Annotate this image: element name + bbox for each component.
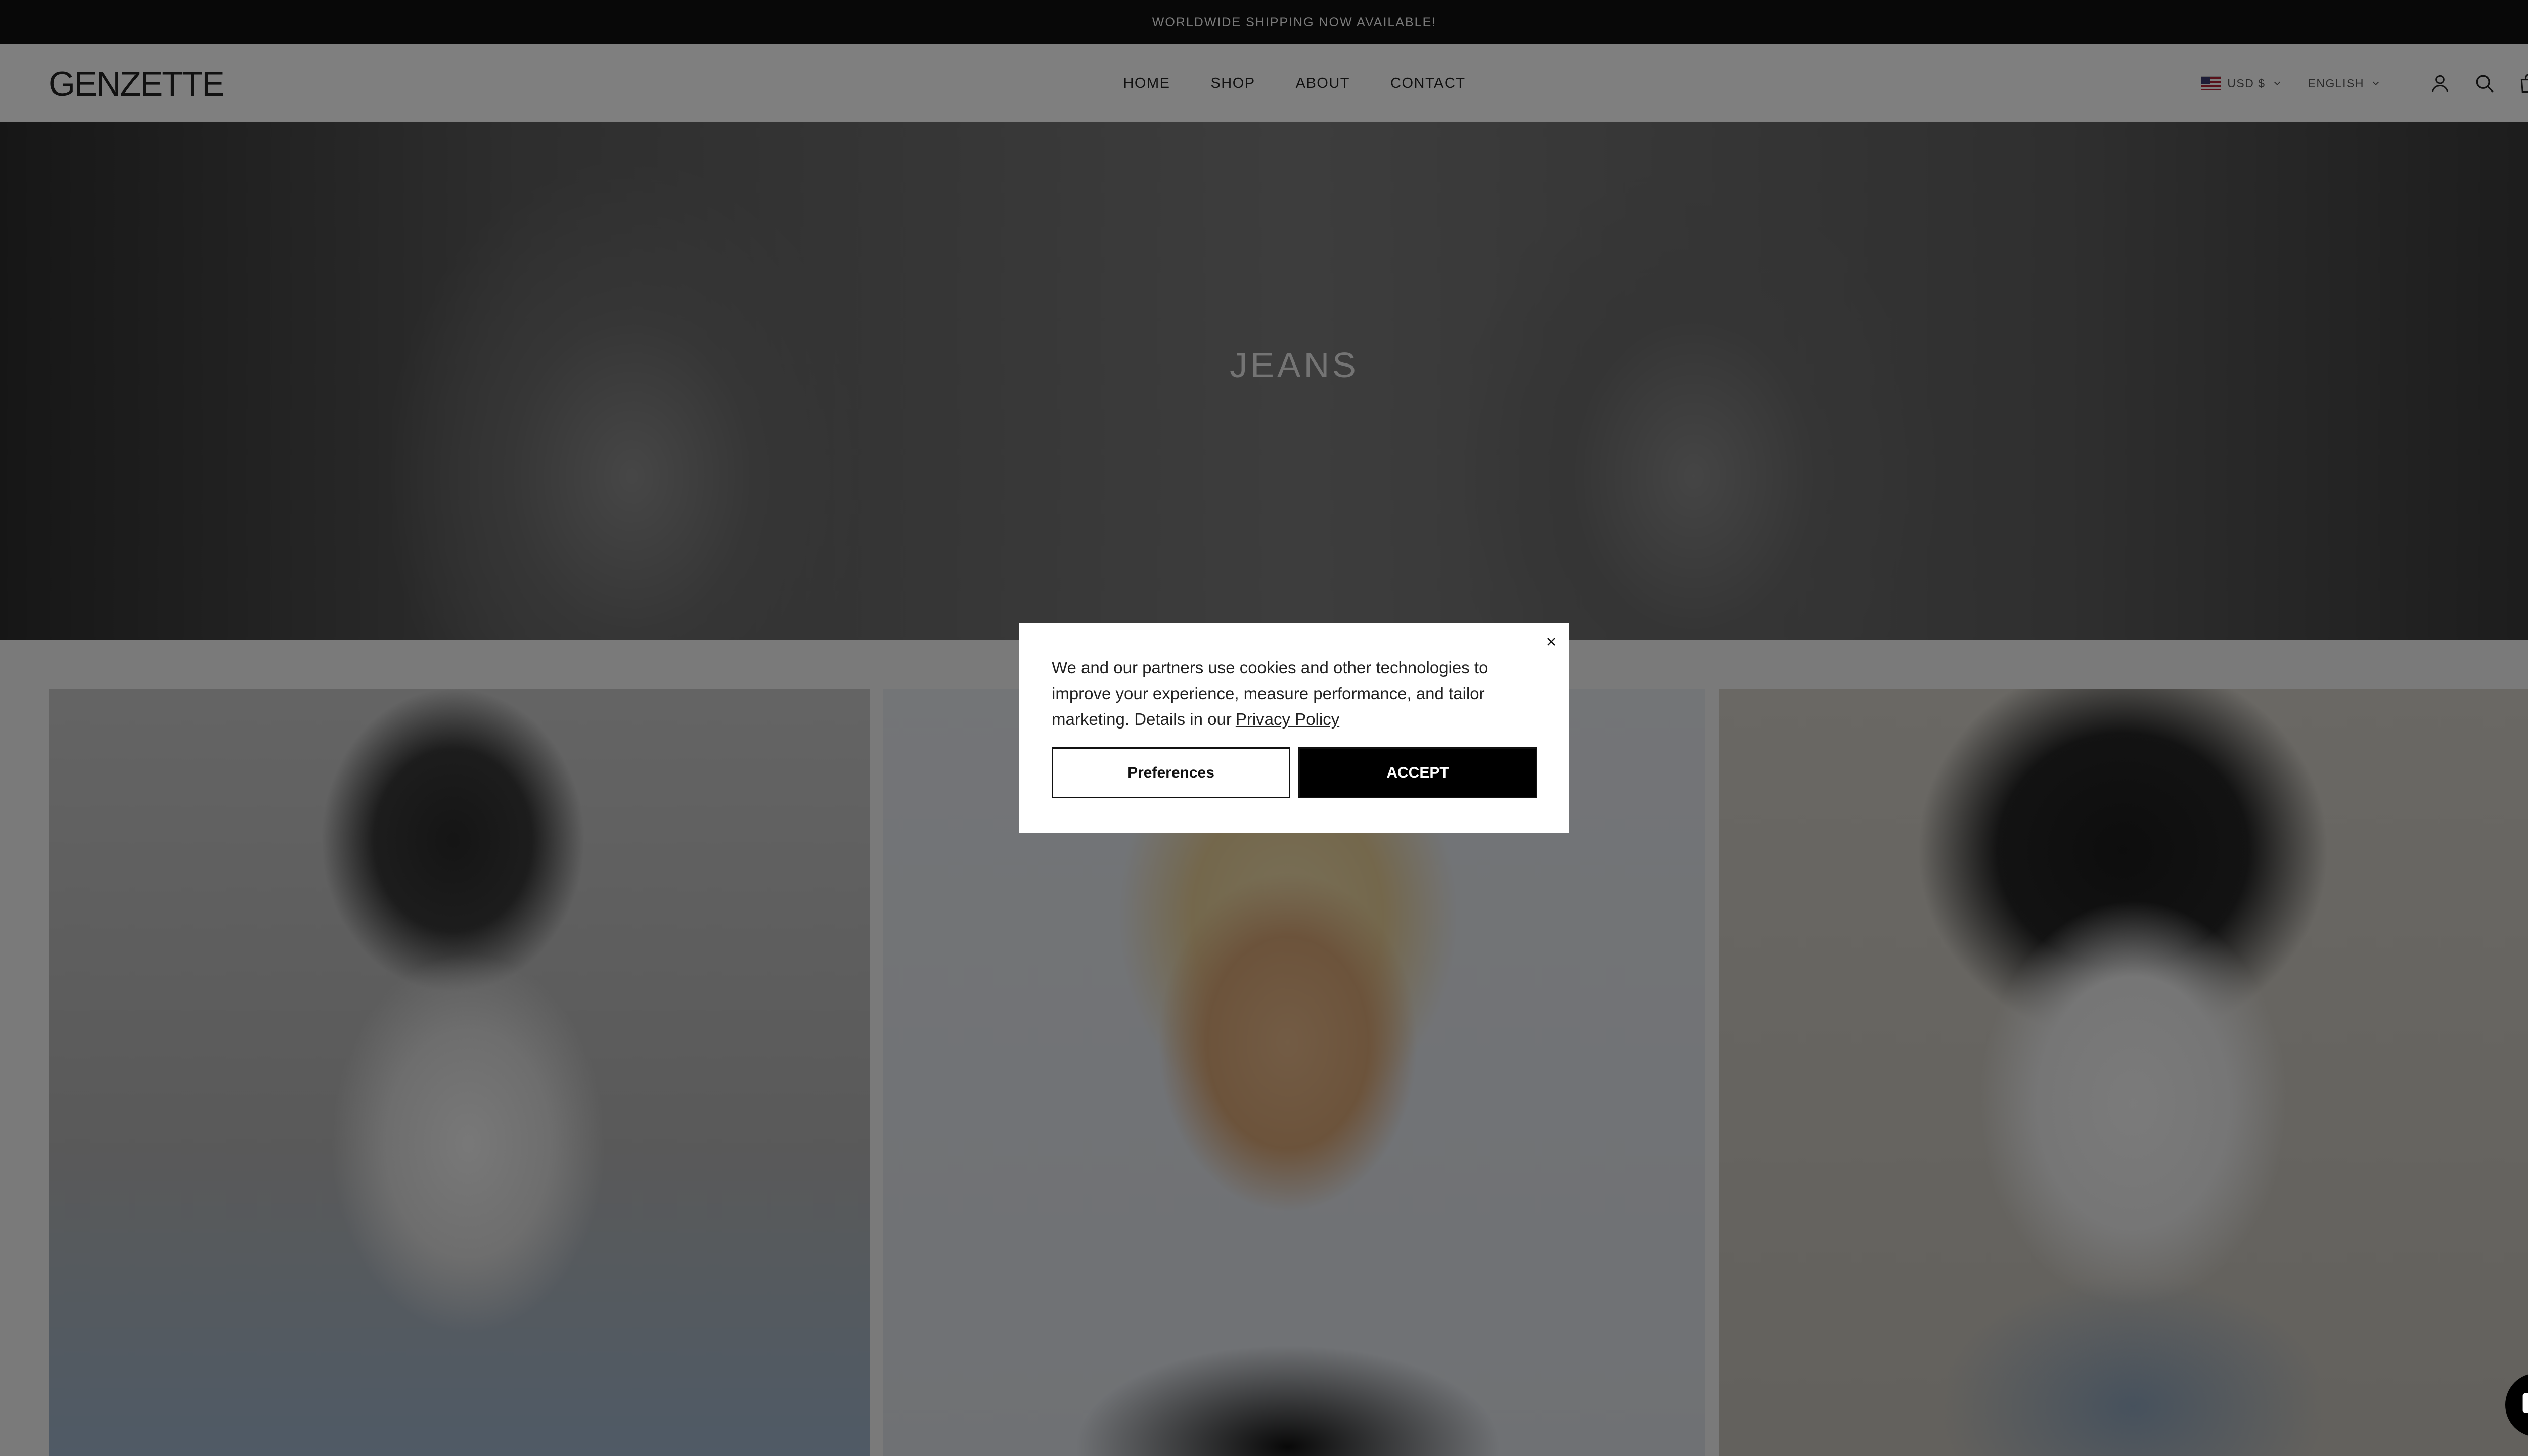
close-icon bbox=[1547, 638, 1555, 646]
chat-icon bbox=[2522, 1393, 2528, 1413]
cookie-consent-dialog: We and our partners use cookies and othe… bbox=[1019, 623, 1569, 833]
close-button[interactable] bbox=[1542, 632, 1560, 651]
privacy-policy-link[interactable]: Privacy Policy bbox=[1236, 710, 1339, 729]
cookie-actions: Preferences ACCEPT bbox=[1052, 747, 1537, 798]
cookie-message: We and our partners use cookies and othe… bbox=[1052, 655, 1537, 732]
accept-button[interactable]: ACCEPT bbox=[1298, 747, 1537, 798]
preferences-button[interactable]: Preferences bbox=[1052, 747, 1290, 798]
page: WORLDWIDE SHIPPING NOW AVAILABLE! GENZET… bbox=[0, 0, 2528, 1456]
